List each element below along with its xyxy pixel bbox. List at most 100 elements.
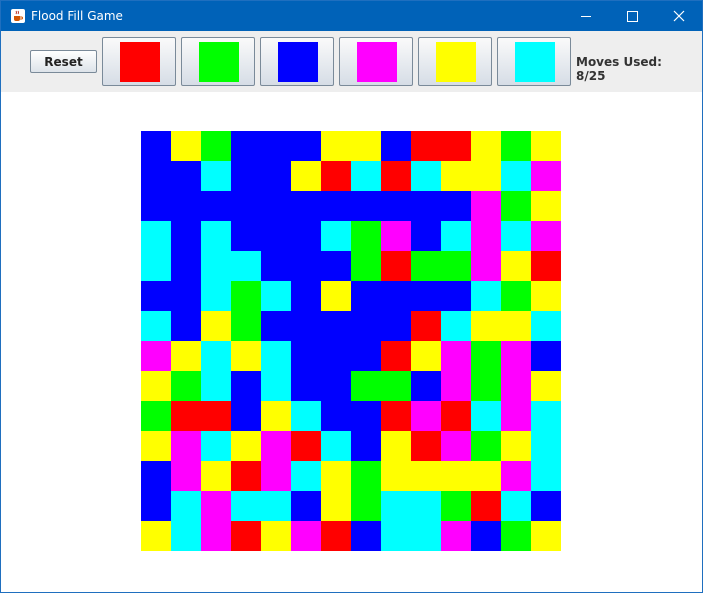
board-cell	[231, 521, 261, 551]
board-cell	[141, 461, 171, 491]
moves-value: 8/25	[576, 69, 606, 83]
board-cell	[141, 341, 171, 371]
board-cell	[351, 281, 381, 311]
board-cell	[531, 341, 561, 371]
board-cell	[531, 221, 561, 251]
window-title: Flood Fill Game	[31, 9, 123, 23]
board-cell	[411, 311, 441, 341]
board-cell	[261, 281, 291, 311]
maximize-button[interactable]	[609, 1, 655, 31]
board-cell	[201, 281, 231, 311]
board-cell	[231, 251, 261, 281]
board-cell	[231, 431, 261, 461]
board-cell	[351, 371, 381, 401]
close-icon	[673, 10, 685, 22]
board-cell	[201, 461, 231, 491]
board-cell	[531, 371, 561, 401]
board-cell	[261, 341, 291, 371]
minimize-button[interactable]	[563, 1, 609, 31]
color-button-yellow[interactable]	[418, 37, 492, 86]
board-cell	[321, 341, 351, 371]
board-cell	[141, 221, 171, 251]
board-cell	[411, 131, 441, 161]
board-cell	[531, 431, 561, 461]
title-bar[interactable]: Flood Fill Game	[1, 1, 702, 31]
close-button[interactable]	[656, 1, 702, 31]
board-cell	[471, 131, 501, 161]
board-cell	[531, 281, 561, 311]
board-cell	[411, 341, 441, 371]
board-cell	[321, 461, 351, 491]
board-cell	[231, 491, 261, 521]
board-cell	[501, 431, 531, 461]
color-swatch-green	[199, 42, 239, 82]
game-board[interactable]	[141, 131, 561, 551]
board-cell	[201, 491, 231, 521]
board-cell	[291, 281, 321, 311]
color-button-cyan[interactable]	[497, 37, 571, 86]
color-button-red[interactable]	[102, 37, 176, 86]
board-cell	[201, 161, 231, 191]
board-cell	[381, 491, 411, 521]
board-cell	[351, 521, 381, 551]
board-cell	[171, 401, 201, 431]
color-swatch-magenta	[357, 42, 397, 82]
board-cell	[201, 221, 231, 251]
minimize-icon	[581, 16, 591, 17]
board-cell	[141, 281, 171, 311]
board-cell	[261, 491, 291, 521]
board-cell	[501, 251, 531, 281]
board-cell	[411, 491, 441, 521]
board-cell	[291, 311, 321, 341]
board-cell	[321, 281, 351, 311]
color-swatch-blue	[278, 42, 318, 82]
board-cell	[141, 191, 171, 221]
color-swatch-red	[120, 42, 160, 82]
board-cell	[171, 161, 201, 191]
board-cell	[411, 461, 441, 491]
board-cell	[501, 221, 531, 251]
board-cell	[501, 341, 531, 371]
board-cell	[471, 521, 501, 551]
color-swatch-yellow	[436, 42, 476, 82]
color-button-blue[interactable]	[260, 37, 334, 86]
board-cell	[471, 491, 501, 521]
board-cell	[441, 191, 471, 221]
color-button-magenta[interactable]	[339, 37, 413, 86]
board-cell	[201, 191, 231, 221]
board-cell	[501, 191, 531, 221]
board-cell	[471, 431, 501, 461]
board-cell	[381, 251, 411, 281]
board-cell	[291, 401, 321, 431]
board-cell	[201, 371, 231, 401]
board-cell	[261, 251, 291, 281]
reset-button[interactable]: Reset	[30, 50, 97, 73]
board-cell	[531, 131, 561, 161]
board-cell	[471, 341, 501, 371]
board-cell	[471, 281, 501, 311]
board-cell	[381, 191, 411, 221]
board-cell	[201, 311, 231, 341]
board-cell	[171, 431, 201, 461]
board-cell	[141, 251, 171, 281]
board-cell	[291, 131, 321, 161]
board-cell	[321, 221, 351, 251]
board-cell	[441, 221, 471, 251]
board-cell	[351, 161, 381, 191]
board-cell	[171, 131, 201, 161]
board-cell	[201, 431, 231, 461]
board-cell	[291, 161, 321, 191]
board-cell	[321, 401, 351, 431]
board-cell	[381, 281, 411, 311]
color-button-green[interactable]	[181, 37, 255, 86]
board-cell	[501, 461, 531, 491]
board-cell	[351, 341, 381, 371]
board-cell	[411, 401, 441, 431]
moves-label: Moves Used:	[576, 55, 662, 69]
board-cell	[471, 221, 501, 251]
board-cell	[381, 161, 411, 191]
board-cell	[291, 191, 321, 221]
board-cell	[231, 161, 261, 191]
board-cell	[321, 131, 351, 161]
board-cell	[291, 341, 321, 371]
